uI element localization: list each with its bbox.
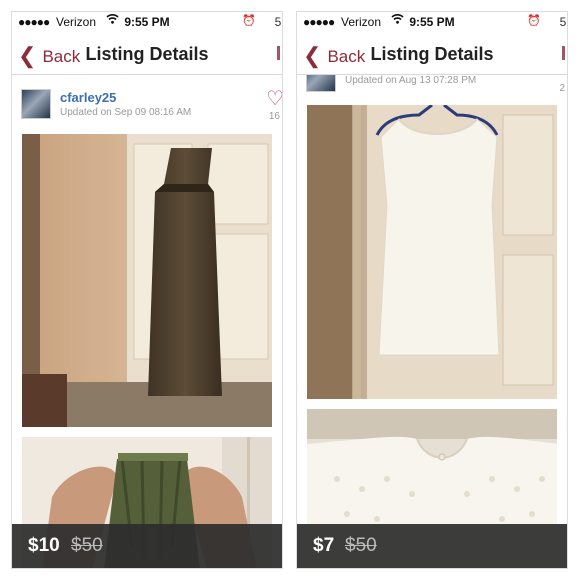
avatar[interactable] — [21, 89, 51, 119]
price-original: $50 — [71, 535, 103, 556]
listing-screen-right: ●●●●● Verizon 9:55 PM ⏰ 57 ❮Back Listing… — [296, 11, 568, 569]
alarm-icon: ⏰ — [527, 15, 541, 27]
price-bar: $10 $50 — [12, 524, 282, 568]
alarm-icon: ⏰ — [242, 15, 256, 27]
updated-timestamp: Updated on Aug 13 07:28 PM — [345, 75, 477, 86]
status-bar: ●●●●● Verizon 9:55 PM ⏰ 57 — [297, 12, 567, 32]
avatar[interactable] — [306, 75, 336, 92]
more-icon[interactable] — [562, 46, 565, 60]
price-original: $50 — [345, 535, 377, 556]
like-count: 2 — [559, 83, 565, 94]
battery-percent: 57 — [559, 15, 567, 29]
price-current: $10 — [28, 535, 60, 556]
page-title: Listing Details — [370, 44, 494, 64]
listing-photo[interactable] — [22, 134, 272, 427]
heart-icon[interactable]: ♡ — [266, 86, 282, 111]
nav-bar: ❮ Back Listing Details — [297, 34, 567, 75]
seller-row: cfarley25 Updated on Sep 09 08:16 AM ♡ 1… — [12, 76, 282, 136]
seller-username[interactable]: cfarley25 — [60, 90, 116, 105]
listing-photo[interactable] — [307, 105, 557, 399]
price-bar: $7 $50 — [297, 524, 567, 568]
more-icon[interactable] — [277, 46, 280, 60]
page-title: Listing Details — [85, 44, 209, 64]
like-count: 16 — [268, 111, 280, 122]
updated-timestamp: Updated on Sep 09 08:16 AM — [60, 107, 192, 118]
price-current: $7 — [313, 535, 335, 556]
battery-percent: 57 — [274, 15, 282, 29]
nav-bar: ❮ Back Listing Details — [12, 34, 282, 75]
status-bar: ●●●●● Verizon 9:55 PM ⏰ 57 — [12, 12, 282, 32]
listing-screen-left: ●●●●● Verizon 9:55 PM ⏰ 57 ❮Back Listing… — [11, 11, 283, 569]
seller-row: Updated on Aug 13 07:28 PM 2 — [297, 75, 567, 101]
